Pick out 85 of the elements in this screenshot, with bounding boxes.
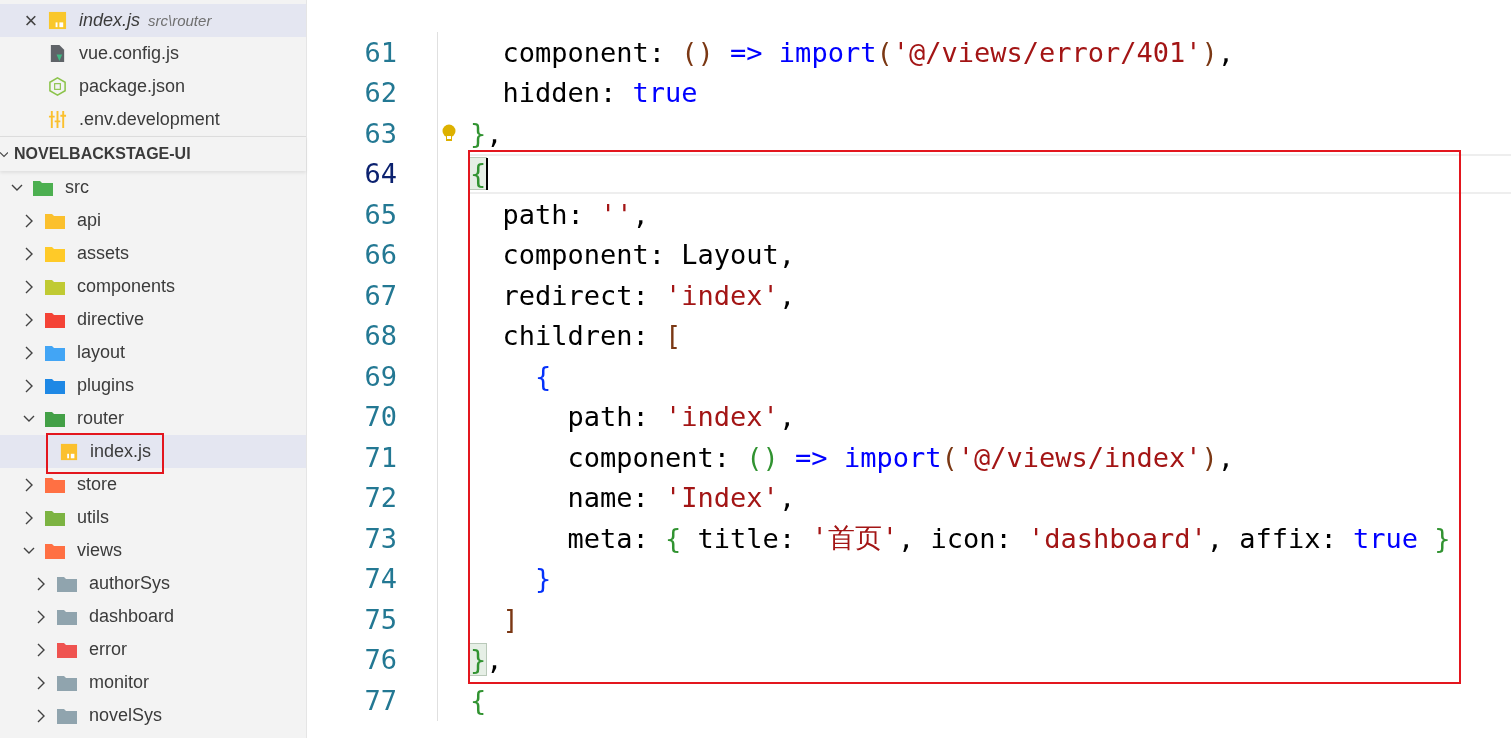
code-line: { (534, 359, 553, 394)
tree-item-label: router (77, 408, 125, 429)
hexagon-icon (48, 77, 67, 96)
tree-item[interactable]: authorSys (0, 567, 306, 600)
tree-item-label: plugins (77, 375, 135, 396)
tree-item[interactable]: views (0, 534, 306, 567)
chevron-down-icon (0, 150, 8, 158)
tree-item-label: views (77, 540, 122, 561)
file-name: vue.config.js (79, 43, 180, 64)
code-line: name: 'Index', (566, 481, 797, 516)
code-line: { (470, 153, 1511, 194)
code-line: }, (470, 643, 504, 678)
open-editor-item[interactable]: vue.config.js (0, 37, 306, 70)
code-line: hidden: true (501, 76, 699, 111)
code-line: path: 'index', (566, 400, 797, 435)
open-editor-item[interactable]: package.json (0, 70, 306, 103)
line-number: 67 (363, 279, 398, 311)
close-icon[interactable]: × (22, 9, 40, 32)
tree-item[interactable]: dashboard (0, 600, 306, 633)
tree-item-label: src (65, 177, 89, 198)
lightbulb-icon[interactable] (442, 124, 456, 143)
tree-item[interactable]: plugins (0, 369, 306, 402)
tree-item[interactable]: index.js (0, 435, 306, 468)
tree-item-label: layout (77, 342, 126, 363)
code-line: redirect: 'index', (501, 278, 797, 313)
tree-item[interactable]: src (0, 171, 306, 204)
tree-item-label: assets (77, 243, 130, 264)
line-number: 69 (363, 360, 398, 392)
open-editor-item[interactable]: .env.development (0, 103, 306, 136)
tree-item-label: directive (77, 309, 145, 330)
file-name: .env.development (79, 109, 220, 130)
line-number: 77 (363, 684, 398, 716)
line-number: 72 (363, 482, 398, 514)
file-name: index.js (79, 10, 141, 31)
line-number: 71 (363, 441, 398, 473)
line-number: 62 (363, 77, 398, 109)
file-name: package.json (79, 76, 186, 97)
code-line: component: () => import('@/views/index'), (566, 440, 1236, 475)
tree-item[interactable]: novelSys (0, 699, 306, 732)
tree-item-label: store (77, 474, 118, 495)
tree-item[interactable]: layout (0, 336, 306, 369)
section-header[interactable]: NOVELBACKSTAGE-UI (0, 136, 306, 171)
code-line: { (470, 683, 488, 718)
line-number: 73 (363, 522, 398, 554)
code-line: }, (470, 116, 504, 151)
tree-item[interactable]: store (0, 468, 306, 501)
tree-item[interactable]: error (0, 633, 306, 666)
tree-item-label: monitor (89, 672, 150, 693)
tree-item[interactable]: components (0, 270, 306, 303)
sliders-icon (48, 110, 67, 129)
tree-item-label: error (89, 639, 127, 660)
document-icon (48, 44, 67, 63)
code-line: component: () => import('@/views/error/401'), (501, 35, 1236, 70)
line-number: 65 (363, 198, 398, 230)
line-number: 74 (363, 563, 398, 595)
line-number: 66 (363, 239, 398, 271)
tree-item-label: utils (77, 507, 109, 528)
js-file-icon (48, 11, 67, 30)
code-line: ] (501, 602, 520, 637)
tree-item[interactable]: router (0, 402, 306, 435)
code-line: component: Layout, (501, 238, 797, 273)
tree-item[interactable]: api (0, 204, 306, 237)
code-line: meta: { title: '首页', icon: 'dashboard', affix: true } (566, 521, 1452, 556)
tree-item-label: novelSys (89, 705, 163, 726)
code-line: } (534, 562, 553, 597)
tree-item-label: index.js (90, 441, 152, 462)
tree-item[interactable]: monitor (0, 666, 306, 699)
code-line: path: '', (501, 197, 650, 232)
line-number: 75 (363, 603, 398, 635)
line-number: 61 (363, 36, 398, 68)
tree-item-label: authorSys (89, 573, 171, 594)
open-editor-item[interactable]: × index.js src\router (0, 4, 306, 37)
line-number: 70 (363, 401, 398, 433)
tree-item-label: api (77, 210, 102, 231)
tree-item[interactable]: assets (0, 237, 306, 270)
tree-item[interactable]: utils (0, 501, 306, 534)
tree-item-label: components (77, 276, 176, 297)
tree-item-label: dashboard (89, 606, 175, 627)
line-number: 76 (363, 644, 398, 676)
file-path: src\router (148, 12, 212, 29)
code-line: children: [ (501, 319, 683, 354)
line-number: 64 (363, 158, 398, 190)
tree-item[interactable]: directive (0, 303, 306, 336)
line-number: 68 (363, 320, 398, 352)
line-number: 63 (363, 117, 398, 149)
